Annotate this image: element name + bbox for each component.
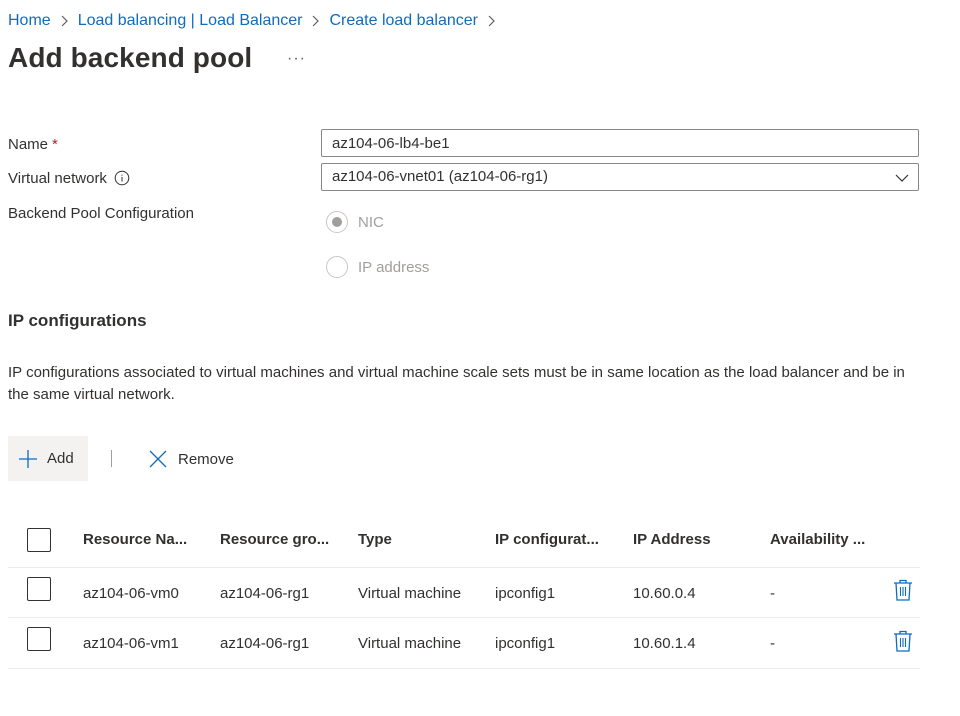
radio-ip-address[interactable] [326,256,348,278]
add-button-label: Add [47,450,74,467]
pool-config-label: Backend Pool Configuration [8,205,194,222]
cell-ip-address: 10.60.1.4 [633,635,696,652]
column-header-resource-name[interactable]: Resource Na... [83,531,187,548]
page-title: Add backend pool [8,42,253,73]
vnet-label-text: Virtual network [8,170,107,187]
cell-ip-configuration: ipconfig1 [495,585,556,602]
name-field[interactable] [322,130,918,156]
section-description: IP configurations associated to virtual … [8,364,905,403]
chevron-right-icon [484,14,498,28]
radio-nic[interactable] [326,211,348,233]
delete-icon[interactable] [893,579,913,601]
chevron-right-icon [57,14,71,28]
cell-type: Virtual machine [358,585,462,602]
remove-button[interactable]: Remove [148,447,234,471]
select-all-checkbox[interactable] [27,528,51,552]
breadcrumb-home[interactable]: Home [8,12,51,30]
remove-button-label: Remove [178,450,234,468]
column-header-type[interactable]: Type [358,531,392,548]
breadcrumb: Home Load balancing | Load Balancer Crea… [8,10,505,32]
radio-nic-label: NIC [358,213,384,231]
cell-availability: - [770,635,775,652]
row-checkbox[interactable] [27,577,51,601]
add-button[interactable]: Add [8,436,88,481]
breadcrumb-create-load-balancer[interactable]: Create load balancer [329,12,478,30]
radio-option-ip-address[interactable]: IP address [326,256,429,278]
cell-ip-configuration: ipconfig1 [495,635,556,652]
close-icon [148,449,168,469]
column-header-ip-configuration[interactable]: IP configurat... [495,531,599,548]
breadcrumb-load-balancing[interactable]: Load balancing | Load Balancer [78,12,303,30]
cell-ip-address: 10.60.0.4 [633,585,696,602]
table-row[interactable]: az104-06-vm1 az104-06-rg1 Virtual machin… [8,618,920,669]
row-checkbox[interactable] [27,627,51,651]
radio-option-nic[interactable]: NIC [326,211,384,233]
info-icon[interactable] [114,170,130,186]
cell-resource-name: az104-06-vm0 [83,585,179,602]
cell-type: Virtual machine [358,635,462,652]
required-marker: * [52,136,58,153]
section-title-ip-configurations: IP configurations [8,311,147,330]
more-options-button[interactable]: ··· [287,50,306,68]
vnet-label: Virtual network [8,170,130,187]
column-header-resource-group[interactable]: Resource gro... [220,531,329,548]
radio-ip-address-label: IP address [358,258,430,276]
vnet-selected-value: az104-06-vnet01 (az104-06-rg1) [332,168,548,185]
name-label-text: Name [8,136,49,153]
delete-icon[interactable] [893,630,913,652]
chevron-right-icon [308,14,322,28]
name-field-wrapper [321,129,919,157]
cell-resource-group: az104-06-rg1 [220,635,310,652]
column-header-ip-address[interactable]: IP Address [633,531,711,548]
table-row[interactable]: az104-06-vm0 az104-06-rg1 Virtual machin… [8,568,920,618]
chevron-down-icon [894,170,910,186]
toolbar-divider [111,450,112,467]
plus-icon [18,449,38,469]
cell-resource-name: az104-06-vm1 [83,635,179,652]
cell-availability: - [770,585,775,602]
cell-resource-group: az104-06-rg1 [220,585,310,602]
vnet-dropdown[interactable]: az104-06-vnet01 (az104-06-rg1) [321,163,919,191]
table-header: Resource Na... Resource gro... Type IP c… [8,516,920,568]
name-label: Name * [8,136,58,153]
column-header-availability[interactable]: Availability ... [770,531,865,548]
